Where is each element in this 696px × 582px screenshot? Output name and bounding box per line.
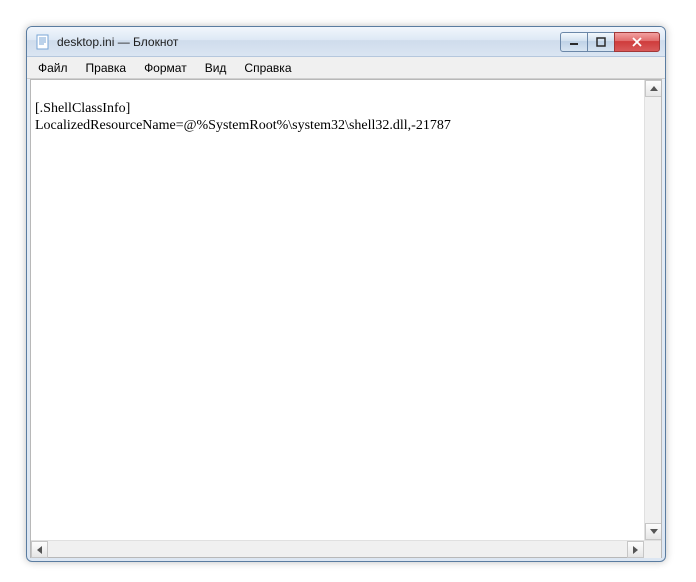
maximize-button[interactable] bbox=[587, 32, 615, 52]
editor-wrap bbox=[31, 80, 661, 540]
scroll-down-button[interactable] bbox=[645, 523, 661, 540]
text-editor[interactable] bbox=[31, 80, 644, 540]
scroll-left-button[interactable] bbox=[31, 541, 48, 558]
scroll-corner bbox=[644, 541, 661, 558]
menubar: Файл Правка Формат Вид Справка bbox=[27, 57, 665, 79]
menu-file[interactable]: Файл bbox=[29, 57, 77, 78]
notepad-app-icon bbox=[35, 34, 51, 50]
vertical-scrollbar[interactable] bbox=[644, 80, 661, 540]
notepad-window: desktop.ini — Блокнот Файл Правка Формат… bbox=[26, 26, 666, 562]
menu-format[interactable]: Формат bbox=[135, 57, 196, 78]
close-button[interactable] bbox=[614, 32, 660, 52]
close-icon bbox=[631, 37, 643, 47]
client-area bbox=[30, 79, 662, 558]
minimize-button[interactable] bbox=[560, 32, 588, 52]
menu-help[interactable]: Справка bbox=[235, 57, 300, 78]
minimize-icon bbox=[569, 37, 579, 47]
horizontal-scrollbar-row bbox=[31, 540, 661, 557]
menu-view[interactable]: Вид bbox=[196, 57, 236, 78]
vertical-scroll-track[interactable] bbox=[645, 97, 661, 523]
titlebar[interactable]: desktop.ini — Блокнот bbox=[27, 27, 665, 57]
window-title: desktop.ini — Блокнот bbox=[57, 35, 561, 49]
scroll-right-button[interactable] bbox=[627, 541, 644, 558]
window-controls bbox=[561, 32, 660, 52]
horizontal-scrollbar[interactable] bbox=[31, 541, 644, 557]
menu-edit[interactable]: Правка bbox=[77, 57, 136, 78]
chevron-down-icon bbox=[650, 529, 658, 534]
chevron-left-icon bbox=[37, 546, 42, 554]
maximize-icon bbox=[596, 37, 606, 47]
horizontal-scroll-track[interactable] bbox=[48, 541, 627, 557]
chevron-up-icon bbox=[650, 86, 658, 91]
chevron-right-icon bbox=[633, 546, 638, 554]
scroll-up-button[interactable] bbox=[645, 80, 661, 97]
